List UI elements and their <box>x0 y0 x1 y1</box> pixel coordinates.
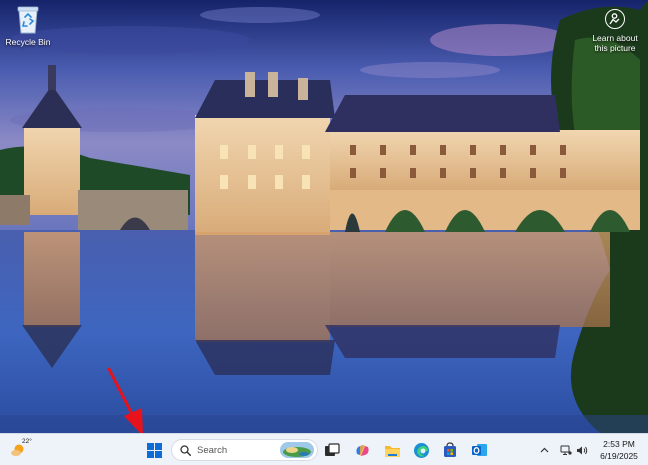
recycle-bin-shortcut[interactable]: Recycle Bin <box>4 4 52 47</box>
show-hidden-icons-button[interactable] <box>537 437 551 463</box>
task-view-icon <box>325 443 340 456</box>
copilot-button[interactable] <box>350 437 374 463</box>
file-explorer-button[interactable] <box>380 437 404 463</box>
copilot-icon <box>355 444 369 456</box>
recycle-bin-icon <box>17 6 39 34</box>
desktop[interactable]: Recycle Bin Learn about this picture <box>0 0 648 433</box>
camera-icon <box>605 9 625 29</box>
outlook-button[interactable] <box>467 437 491 463</box>
search-icon <box>180 444 191 456</box>
search-placeholder: Search <box>197 444 228 456</box>
task-view-button[interactable] <box>321 437 343 463</box>
windows-logo-icon <box>146 442 162 458</box>
outlook-icon <box>471 444 487 456</box>
speaker-icon <box>577 446 588 454</box>
network-icon <box>560 445 572 455</box>
quick-settings-button[interactable] <box>556 437 592 463</box>
taskbar-clock[interactable]: 2:53 PM 6/19/2025 <box>596 438 642 462</box>
search-highlight-image[interactable] <box>280 442 314 458</box>
wallpaper-image <box>0 0 648 433</box>
clock-date: 6/19/2025 <box>600 451 638 461</box>
taskbar-search-box[interactable]: Search <box>171 439 318 461</box>
clock-time: 2:53 PM <box>603 439 635 449</box>
taskbar: 22° Search 2:53 PM 6/19/2025 <box>0 433 648 465</box>
microsoft-store-button[interactable] <box>438 437 462 463</box>
edge-button[interactable] <box>409 437 433 463</box>
learn-about-label: Learn about this picture <box>592 33 638 53</box>
learn-about-this-picture-shortcut[interactable]: Learn about this picture <box>586 9 644 53</box>
start-button[interactable] <box>141 437 167 463</box>
store-icon <box>444 442 456 457</box>
weather-temperature: 22° <box>22 438 32 445</box>
recycle-bin-label: Recycle Bin <box>5 37 51 47</box>
folder-icon <box>384 445 400 457</box>
chevron-up-icon <box>540 447 548 453</box>
edge-icon <box>413 442 429 458</box>
weather-widget[interactable]: 22° <box>8 437 38 463</box>
